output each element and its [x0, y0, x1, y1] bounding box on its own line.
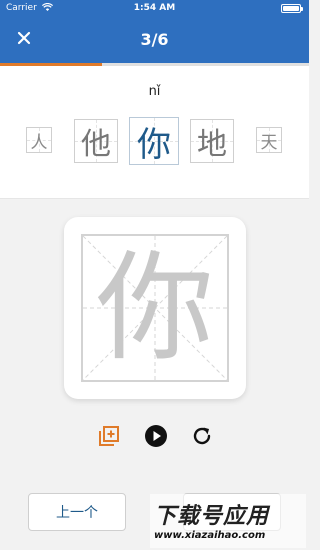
refresh-icon[interactable]	[190, 424, 214, 448]
writing-grid[interactable]: 你	[81, 234, 229, 382]
status-time: 1:54 AM	[133, 3, 176, 13]
play-icon[interactable]	[144, 424, 168, 448]
char-item-current[interactable]: 你	[129, 117, 179, 165]
char-text: 你	[137, 124, 171, 165]
char-item-next-1[interactable]: 地	[190, 119, 234, 163]
page-title: 3/6	[140, 30, 169, 49]
character-strip: nǐ 人 他 你 地 天	[0, 66, 309, 199]
watermark-title: 下载号应用	[154, 504, 270, 529]
watermark: 下载号应用 www.xiazaihao.com	[150, 494, 306, 548]
status-bar: Carrier 1:54 AM	[0, 0, 309, 18]
battery-icon	[281, 4, 303, 13]
char-text: 地	[197, 127, 227, 162]
watermark-url: www.xiazaihao.com	[154, 530, 266, 541]
char-item-next-2[interactable]: 天	[256, 127, 282, 153]
pinyin-label: nǐ	[148, 84, 161, 99]
char-text: 人	[30, 132, 48, 153]
practice-character: 你	[95, 239, 214, 377]
char-text: 他	[81, 127, 111, 162]
practice-card[interactable]: 你	[64, 217, 246, 399]
previous-button[interactable]: 上一个	[28, 493, 126, 531]
char-item-prev-2[interactable]: 人	[26, 127, 52, 153]
add-copy-icon[interactable]	[97, 424, 121, 448]
char-text: 天	[260, 132, 278, 153]
nav-bar: 3/6	[0, 18, 309, 63]
char-item-prev-1[interactable]: 他	[74, 119, 118, 163]
